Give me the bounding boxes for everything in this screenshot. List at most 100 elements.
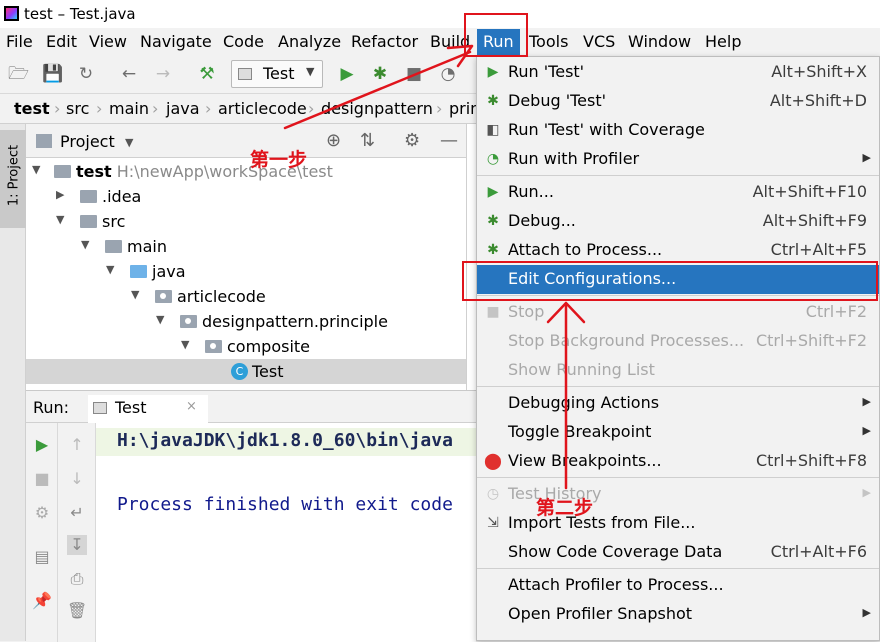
- menu-item-view-breakpoints[interactable]: ⬤ View Breakpoints... Ctrl+Shift+F8: [477, 447, 879, 476]
- breadcrumb-separator: ›: [205, 99, 212, 118]
- project-tool-tab[interactable]: 1: Project: [0, 130, 26, 228]
- scroll-to-end-icon[interactable]: ↧: [67, 535, 87, 555]
- sync-icon[interactable]: ↻: [76, 64, 96, 84]
- menu-item-run[interactable]: ▶ Run... Alt+Shift+F10: [477, 178, 879, 207]
- java-class-icon: C: [231, 363, 248, 380]
- tree-item-java[interactable]: ▼ java: [26, 259, 466, 284]
- layout-icon[interactable]: ▤: [32, 547, 52, 567]
- menu-item-debug[interactable]: ✱ Debug... Alt+Shift+F9: [477, 207, 879, 236]
- menu-analyze[interactable]: Analyze: [278, 32, 341, 51]
- forward-arrow-icon[interactable]: →: [153, 64, 173, 84]
- save-icon[interactable]: 💾: [42, 64, 63, 84]
- menu-item-debugging-actions[interactable]: Debugging Actions ▶: [477, 389, 879, 418]
- chevron-right-icon: ▶: [56, 188, 65, 201]
- menu-item-show-coverage-data[interactable]: Show Code Coverage Data Ctrl+Alt+F6: [477, 538, 879, 567]
- menu-item-toggle-breakpoint[interactable]: Toggle Breakpoint ▶: [477, 418, 879, 447]
- menu-item-label: Stop: [508, 302, 545, 321]
- menu-code[interactable]: Code: [223, 32, 264, 51]
- menu-item-open-profiler-snapshot[interactable]: Open Profiler Snapshot ▶: [477, 600, 879, 629]
- menu-navigate[interactable]: Navigate: [140, 32, 212, 51]
- menu-file[interactable]: File: [6, 32, 33, 51]
- tree-item-composite[interactable]: ▼ composite: [26, 334, 466, 359]
- menu-window[interactable]: Window: [628, 32, 691, 51]
- run-icon[interactable]: ▶: [337, 64, 357, 84]
- debug-icon[interactable]: ✱: [370, 64, 390, 84]
- menu-item-shortcut: Ctrl+F2: [805, 302, 867, 321]
- print-icon[interactable]: ⎙: [67, 569, 87, 589]
- source-folder-icon: [130, 265, 147, 278]
- chevron-down-icon[interactable]: ▼: [125, 136, 133, 149]
- breadcrumb-item[interactable]: test: [14, 99, 50, 118]
- tree-label: composite: [227, 337, 311, 356]
- menu-item-attach-profiler[interactable]: Attach Profiler to Process...: [477, 571, 879, 600]
- chevron-down-icon: ▼: [32, 163, 41, 176]
- stop-icon[interactable]: ■: [32, 469, 52, 489]
- console-command-line: H:\javaJDK\jdk1.8.0_60\bin\java: [96, 428, 476, 456]
- project-panel-title[interactable]: Project: [60, 132, 115, 151]
- run-tab-test[interactable]: Test ×: [88, 395, 208, 423]
- chevron-down-icon: ▼: [156, 313, 165, 326]
- menu-view[interactable]: View: [89, 32, 127, 51]
- menu-separator: [477, 477, 879, 478]
- menu-item-label: Show Code Coverage Data: [508, 542, 723, 561]
- up-arrow-icon[interactable]: ↑: [67, 435, 87, 455]
- breadcrumb-item[interactable]: articlecode: [218, 99, 307, 118]
- annotation-box-run-menu: [464, 13, 528, 57]
- breadcrumb-item[interactable]: designpattern: [321, 99, 433, 118]
- menu-item-stop[interactable]: ■ Stop Ctrl+F2: [477, 298, 879, 327]
- locate-target-icon[interactable]: ⊕: [326, 130, 341, 151]
- tree-item-idea[interactable]: ▶ .idea: [26, 184, 466, 209]
- tree-label: java: [152, 262, 186, 281]
- rerun-icon[interactable]: ▶: [32, 435, 52, 455]
- run-configuration-dropdown[interactable]: Test ▼: [231, 60, 323, 88]
- submenu-arrow-icon: ▶: [862, 486, 871, 499]
- tree-item-designpattern-principle[interactable]: ▼ designpattern.principle: [26, 309, 466, 334]
- menu-item-debug-test[interactable]: ✱ Debug 'Test' Alt+Shift+D: [477, 87, 879, 116]
- tree-item-test-class[interactable]: C Test: [26, 359, 466, 384]
- history-icon: ◷: [486, 486, 500, 502]
- profiler-icon[interactable]: ◔: [438, 64, 458, 84]
- tree-item-articlecode[interactable]: ▼ articlecode: [26, 284, 466, 309]
- menu-vcs[interactable]: VCS: [583, 32, 615, 51]
- gear-icon[interactable]: ⚙: [404, 130, 420, 151]
- console-side-toolbar: ↑ ↓ ↵ ↧ ⎙ 🗑: [58, 423, 96, 642]
- menu-edit[interactable]: Edit: [46, 32, 77, 51]
- trash-icon[interactable]: 🗑: [67, 601, 87, 621]
- menu-item-label: Run...: [508, 182, 554, 201]
- tree-item-src[interactable]: ▼ src: [26, 209, 466, 234]
- menu-item-show-running-list[interactable]: Show Running List: [477, 356, 879, 385]
- menu-item-run-with-coverage[interactable]: ◧ Run 'Test' with Coverage: [477, 116, 879, 145]
- tree-label: main: [127, 237, 167, 256]
- menu-tools[interactable]: Tools: [529, 32, 568, 51]
- collapse-all-icon[interactable]: ⇅: [360, 130, 375, 151]
- chevron-down-icon: ▼: [131, 288, 140, 301]
- open-folder-icon[interactable]: 🗁: [8, 64, 29, 84]
- down-arrow-icon[interactable]: ↓: [67, 469, 87, 489]
- menu-item-shortcut: Ctrl+Alt+F5: [770, 240, 867, 259]
- menu-item-label: Toggle Breakpoint: [508, 422, 652, 441]
- tree-item-test[interactable]: ▼ test H:\newApp\workSpace\test: [26, 159, 466, 184]
- soft-wrap-icon[interactable]: ↵: [67, 503, 87, 523]
- back-arrow-icon[interactable]: ←: [119, 64, 139, 84]
- build-hammer-icon[interactable]: ⚒: [197, 64, 217, 84]
- breadcrumb-item[interactable]: java: [166, 99, 200, 118]
- breadcrumb-item[interactable]: main: [109, 99, 149, 118]
- coverage-icon[interactable]: ■: [404, 64, 424, 84]
- pin-icon[interactable]: 📌: [32, 591, 52, 611]
- menu-item-shortcut: Alt+Shift+F9: [762, 211, 867, 230]
- annotation-step2: 第二步: [536, 497, 594, 519]
- menu-refactor[interactable]: Refactor: [351, 32, 418, 51]
- menu-item-shortcut: Alt+Shift+F10: [752, 182, 867, 201]
- close-icon[interactable]: ×: [186, 399, 197, 414]
- breadcrumb-separator: ›: [96, 99, 103, 118]
- tree-item-main[interactable]: ▼ main: [26, 234, 466, 259]
- project-tab-label: 1: Project: [6, 144, 22, 207]
- menu-item-stop-background[interactable]: Stop Background Processes... Ctrl+Shift+…: [477, 327, 879, 356]
- minimize-icon[interactable]: —: [440, 130, 458, 151]
- console-output[interactable]: H:\javaJDK\jdk1.8.0_60\bin\java Process …: [96, 423, 476, 642]
- restore-layout-icon[interactable]: ⚙: [32, 503, 52, 523]
- menu-item-run-test[interactable]: ▶ Run 'Test' Alt+Shift+X: [477, 58, 879, 87]
- breadcrumb-item[interactable]: src: [66, 99, 89, 118]
- menu-help[interactable]: Help: [705, 32, 741, 51]
- menu-item-run-with-profiler[interactable]: ◔ Run with Profiler ▶: [477, 145, 879, 174]
